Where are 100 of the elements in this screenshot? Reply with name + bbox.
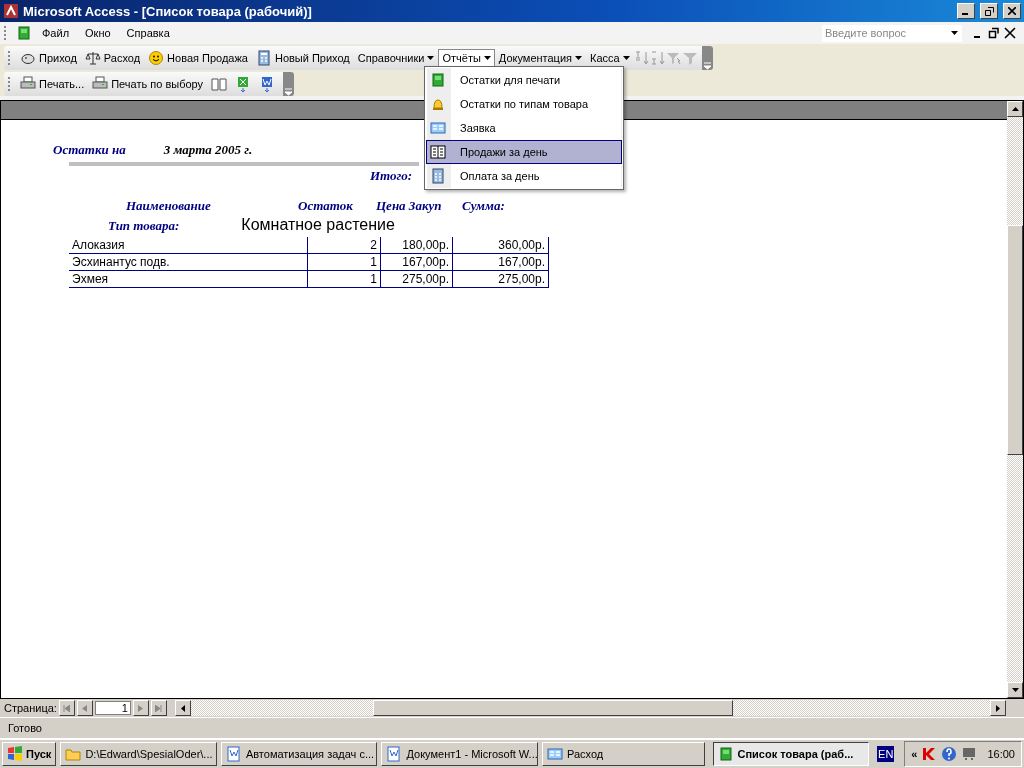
first-page-button[interactable] <box>58 700 75 716</box>
page-label: Страница: <box>4 702 57 714</box>
previous-page-button[interactable] <box>76 700 93 716</box>
arrow-right-icon <box>138 704 144 712</box>
smiley-icon <box>148 50 165 66</box>
total-label: Итого: <box>370 168 413 184</box>
column-header: Цена Закуп <box>376 198 443 214</box>
taskbar-button[interactable]: D:\Edward\SpesialOder\... <box>60 742 217 766</box>
table-cell: 2 <box>307 237 381 254</box>
scroll-left-button[interactable] <box>174 700 191 716</box>
menu-item[interactable]: Файл <box>36 25 76 41</box>
scroll-thumb[interactable] <box>372 700 733 716</box>
table-cell: Алоказия <box>69 237 308 254</box>
scroll-right-button[interactable] <box>990 700 1006 716</box>
filter-selection-icon <box>665 50 682 66</box>
horizontal-scrollbar[interactable] <box>174 700 1006 716</box>
page-number-field[interactable]: 1 <box>94 701 131 715</box>
caret-icon <box>951 31 958 35</box>
table-cell: 360,00р. <box>452 237 549 254</box>
report-title: Остатки на <box>53 142 126 158</box>
table-cell: 180,00р. <box>380 237 453 254</box>
toolbar-options-button[interactable] <box>701 46 713 70</box>
help-icon <box>941 746 958 762</box>
close-button[interactable] <box>1003 3 1021 19</box>
arrow-left-icon <box>82 704 88 712</box>
table-cell: Эсхинантус подв. <box>69 253 308 271</box>
next-page-button[interactable] <box>132 700 149 716</box>
print-button[interactable]: Печать по выбору <box>88 74 208 94</box>
caret-icon <box>483 56 491 60</box>
toolbar-options-button[interactable] <box>283 72 295 96</box>
clock: 16:00 <box>987 748 1015 760</box>
scroll-down-button[interactable] <box>1007 682 1023 698</box>
document-icon <box>386 746 403 762</box>
caret-icon <box>575 56 583 60</box>
close-icon[interactable] <box>1004 27 1016 39</box>
vertical-scrollbar[interactable] <box>1007 101 1023 698</box>
app-icon <box>3 3 19 19</box>
scroll-thumb[interactable] <box>1007 225 1023 455</box>
toolbar-grip[interactable] <box>4 26 9 40</box>
arrow-down-icon <box>1011 688 1019 692</box>
arrow-up-icon <box>1011 107 1019 111</box>
toolbar-button[interactable]: Приход <box>16 48 81 68</box>
scales-icon <box>84 50 101 66</box>
toolbar-button[interactable]: Новый Приход <box>251 48 354 68</box>
arrow-right-icon <box>996 704 1000 712</box>
last-page-button[interactable] <box>150 700 167 716</box>
table-cell: 275,00р. <box>452 270 549 288</box>
close-icon <box>1008 7 1016 15</box>
notebook-icon <box>16 25 32 41</box>
taskbar-button[interactable]: Список товара (раб... <box>712 742 870 766</box>
sort-descending-icon <box>649 50 666 66</box>
column-header: Остаток <box>298 198 354 214</box>
form-icon <box>547 746 563 762</box>
group-value: Комнатное растение <box>241 216 395 234</box>
menu-item[interactable]: Остатки для печати <box>426 68 622 92</box>
print-button[interactable]: Печать... <box>16 74 89 94</box>
table-cell: 275,00р. <box>380 270 453 288</box>
taskbar-button[interactable]: Документ1 - Microsoft W... <box>381 742 538 766</box>
menu-item[interactable]: Справка <box>120 25 176 41</box>
sort-ascending-icon <box>633 50 650 66</box>
dropdown-button[interactable]: Касса <box>586 48 634 68</box>
document-icon <box>225 746 242 762</box>
menu-item[interactable]: Продажи за день <box>426 140 622 164</box>
taskbar-button[interactable]: Расход <box>542 742 705 766</box>
window-title: Microsoft Access - [Список товара (рабочий)] <box>23 3 312 19</box>
notebook-icon <box>717 746 734 762</box>
table-cell: 1 <box>307 270 381 288</box>
printer-icon <box>92 76 109 92</box>
caret-icon <box>427 56 435 60</box>
toolbar-button[interactable]: Новая Продажа <box>144 48 252 68</box>
table-cell: 167,00р. <box>380 253 453 271</box>
calculator-icon <box>430 168 446 184</box>
menu-item[interactable]: Заявка <box>426 116 622 140</box>
status-text: Готово <box>8 722 42 734</box>
tray-expand-button[interactable]: « <box>911 748 918 760</box>
k-shield-icon <box>921 746 938 762</box>
windows-logo-icon <box>7 746 23 762</box>
menu-item[interactable]: Окно <box>79 25 117 41</box>
dropdown-button[interactable]: Справочники <box>353 48 439 68</box>
dropdown-button[interactable]: Документация <box>494 48 587 68</box>
first-page-icon <box>63 704 71 712</box>
minimize-button[interactable] <box>957 3 975 19</box>
column-header: Наименование <box>126 198 212 214</box>
start-button[interactable]: Пуск <box>2 742 57 766</box>
restore-icon[interactable] <box>988 27 1000 39</box>
scroll-up-button[interactable] <box>1007 101 1023 117</box>
chevron-icon <box>703 62 711 70</box>
help-search-field[interactable]: Введите вопрос <box>822 24 947 42</box>
table-icon <box>430 144 446 160</box>
language-indicator[interactable]: EN <box>877 746 895 762</box>
column-header: Сумма: <box>462 198 506 214</box>
menu-item[interactable]: Оплата за день <box>426 164 622 188</box>
toolbar-button[interactable]: Расход <box>80 48 145 68</box>
folder-icon <box>65 746 82 762</box>
form-icon <box>430 120 446 136</box>
restore-button[interactable] <box>980 3 998 19</box>
bell-icon <box>430 96 446 112</box>
menu-item[interactable]: Остатки по типам товара <box>426 92 622 116</box>
taskbar-button[interactable]: Автоматизация задач с... <box>220 742 378 766</box>
dropdown-button[interactable]: Отчёты <box>438 48 495 68</box>
